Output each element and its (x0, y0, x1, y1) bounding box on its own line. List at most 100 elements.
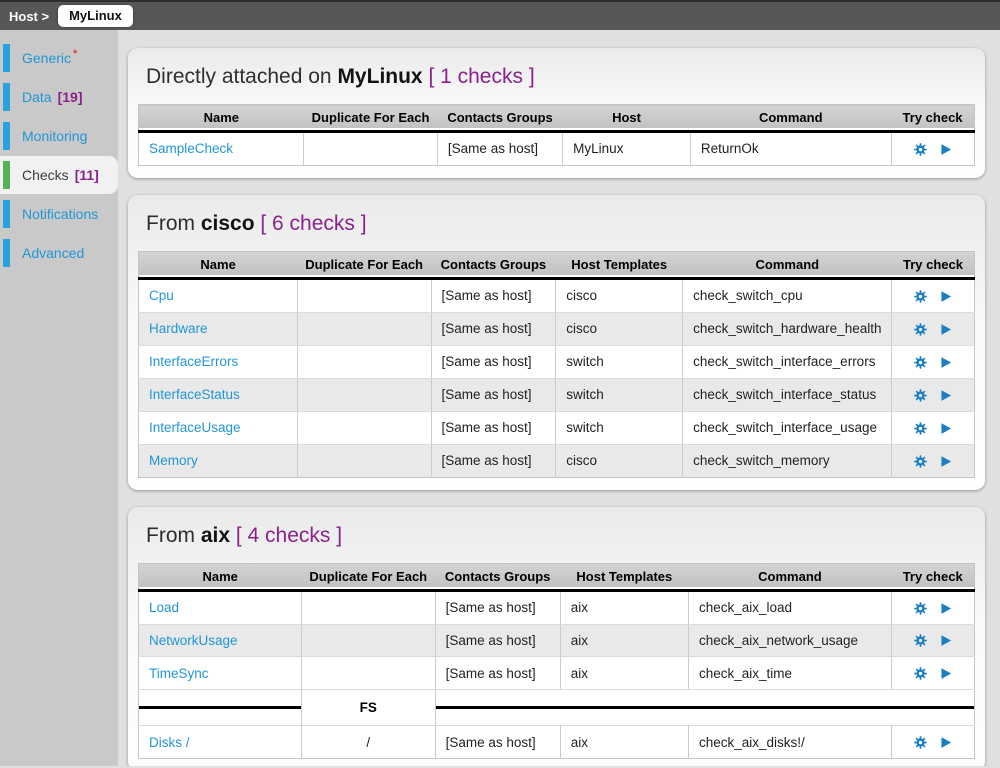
section-title-prefix: From (146, 212, 201, 235)
check-name-link[interactable]: InterfaceUsage (149, 420, 241, 435)
play-icon[interactable] (938, 601, 953, 616)
gear-icon[interactable] (913, 289, 928, 304)
check-name-link[interactable]: SampleCheck (149, 141, 233, 156)
column-header-try-check: Try check (892, 251, 975, 278)
gear-icon[interactable] (913, 142, 928, 157)
play-icon[interactable] (938, 388, 953, 403)
sidebar-item-label: Checks (22, 167, 69, 183)
play-icon[interactable] (938, 735, 953, 750)
accent-bar (3, 44, 10, 72)
selected-accent-bar (3, 161, 10, 189)
check-section-aix: From aix [ 4 checks ] NameDuplicate For E… (128, 507, 985, 766)
sidebar-item-label: Generic (22, 50, 71, 66)
section-title: Directly attached on MyLinux [ 1 checks … (146, 65, 975, 89)
checks-table: NameDuplicate For EachContacts GroupsHos… (138, 251, 975, 478)
topbar: Host > MyLinux (0, 0, 1000, 30)
check-name-link[interactable]: TimeSync (149, 666, 209, 681)
section-title-prefix: Directly attached on (146, 65, 337, 88)
section-title: From aix [ 4 checks ] (146, 524, 975, 548)
check-row: Cpu[Same as host]ciscocheck_switch_cpu (139, 278, 975, 312)
check-name-link[interactable]: Memory (149, 453, 198, 468)
accent-bar (3, 239, 10, 267)
divider-line (139, 706, 301, 709)
column-header-name: Name (139, 105, 304, 132)
gear-icon[interactable] (913, 735, 928, 750)
gear-icon[interactable] (913, 454, 928, 469)
sidebar-item-label: Data (22, 89, 52, 105)
checks-table: NameDuplicate For EachContacts GroupsHos… (138, 563, 975, 760)
check-name-link[interactable]: Load (149, 600, 179, 615)
content: Directly attached on MyLinux [ 1 checks … (118, 30, 1000, 766)
check-row: Memory[Same as host]ciscocheck_switch_me… (139, 444, 975, 477)
column-header-name: Name (139, 563, 302, 590)
required-asterisk: * (73, 48, 77, 60)
sidebar-item-generic[interactable]: Generic* (0, 39, 118, 77)
play-icon[interactable] (938, 633, 953, 648)
section-title: From cisco [ 6 checks ] (146, 212, 975, 236)
check-row: Disks //[Same as host]aixcheck_aix_disks… (139, 726, 975, 759)
gear-icon[interactable] (913, 421, 928, 436)
gear-icon[interactable] (913, 666, 928, 681)
check-row: TimeSync[Same as host]aixcheck_aix_time (139, 657, 975, 690)
sidebar-item-notifications[interactable]: Notifications (0, 195, 118, 233)
column-header-host-templates: Host Templates (556, 251, 683, 278)
host-badge[interactable]: MyLinux (58, 5, 133, 27)
table-header-row: NameDuplicate For EachContacts GroupsHos… (139, 105, 975, 132)
sidebar-item-label: Monitoring (22, 128, 87, 144)
section-title-prefix: From (146, 524, 201, 547)
check-row: InterfaceErrors[Same as host]switchcheck… (139, 345, 975, 378)
section-title-name: cisco (201, 212, 255, 235)
column-header-duplicate-for-each: Duplicate For Each (304, 105, 438, 132)
column-header-command: Command (683, 251, 892, 278)
play-icon[interactable] (938, 454, 953, 469)
play-icon[interactable] (938, 666, 953, 681)
gear-icon[interactable] (913, 322, 928, 337)
accent-bar (3, 200, 10, 228)
column-header-host: Host (563, 105, 691, 132)
fs-divider-row: FS (139, 690, 975, 726)
table-header-row: NameDuplicate For EachContacts GroupsHos… (139, 563, 975, 590)
gear-icon[interactable] (913, 633, 928, 648)
play-icon[interactable] (938, 289, 953, 304)
play-icon[interactable] (938, 322, 953, 337)
gear-icon[interactable] (913, 355, 928, 370)
play-icon[interactable] (938, 421, 953, 436)
gear-icon[interactable] (913, 388, 928, 403)
gear-icon[interactable] (913, 601, 928, 616)
check-name-link[interactable]: InterfaceStatus (149, 387, 240, 402)
check-name-link[interactable]: Disks / (149, 735, 190, 750)
column-header-name: Name (139, 251, 298, 278)
sidebar-item-label: Advanced (22, 245, 84, 261)
sidebar-item-data[interactable]: Data [19] (0, 78, 118, 116)
check-name-link[interactable]: NetworkUsage (149, 633, 238, 648)
check-row: SampleCheck[Same as host]MyLinuxReturnOk (139, 132, 975, 166)
column-header-try-check: Try check (891, 105, 974, 132)
check-name-link[interactable]: InterfaceErrors (149, 354, 238, 369)
divider-line (436, 706, 974, 709)
play-icon[interactable] (938, 142, 953, 157)
sidebar-item-monitoring[interactable]: Monitoring (0, 117, 118, 155)
column-header-command: Command (688, 563, 891, 590)
column-header-contacts-groups: Contacts Groups (437, 105, 562, 132)
column-header-try-check: Try check (891, 563, 974, 590)
play-icon[interactable] (938, 355, 953, 370)
check-name-link[interactable]: Hardware (149, 321, 208, 336)
sidebar-item-count: [19] (58, 89, 83, 105)
sidebar-item-advanced[interactable]: Advanced (0, 234, 118, 272)
check-row: InterfaceUsage[Same as host]switchcheck_… (139, 411, 975, 444)
sidebar-item-count: [11] (75, 167, 99, 183)
sidebar-item-checks[interactable]: Checks [11] (0, 156, 118, 194)
accent-bar (3, 122, 10, 150)
accent-bar (3, 83, 10, 111)
column-header-command: Command (690, 105, 891, 132)
page-body: Generic* Data [19] Monitoring Checks [11] Noti… (0, 30, 1000, 766)
check-section-cisco: From cisco [ 6 checks ] NameDuplicate For… (128, 195, 985, 490)
section-title-name: MyLinux (337, 65, 422, 88)
table-header-row: NameDuplicate For EachContacts GroupsHos… (139, 251, 975, 278)
breadcrumb: Host > (9, 9, 49, 24)
column-header-duplicate-for-each: Duplicate For Each (301, 563, 435, 590)
sidebar: Generic* Data [19] Monitoring Checks [11] Noti… (0, 30, 118, 766)
check-row: InterfaceStatus[Same as host]switchcheck… (139, 378, 975, 411)
check-name-link[interactable]: Cpu (149, 288, 174, 303)
column-header-contacts-groups: Contacts Groups (431, 251, 556, 278)
